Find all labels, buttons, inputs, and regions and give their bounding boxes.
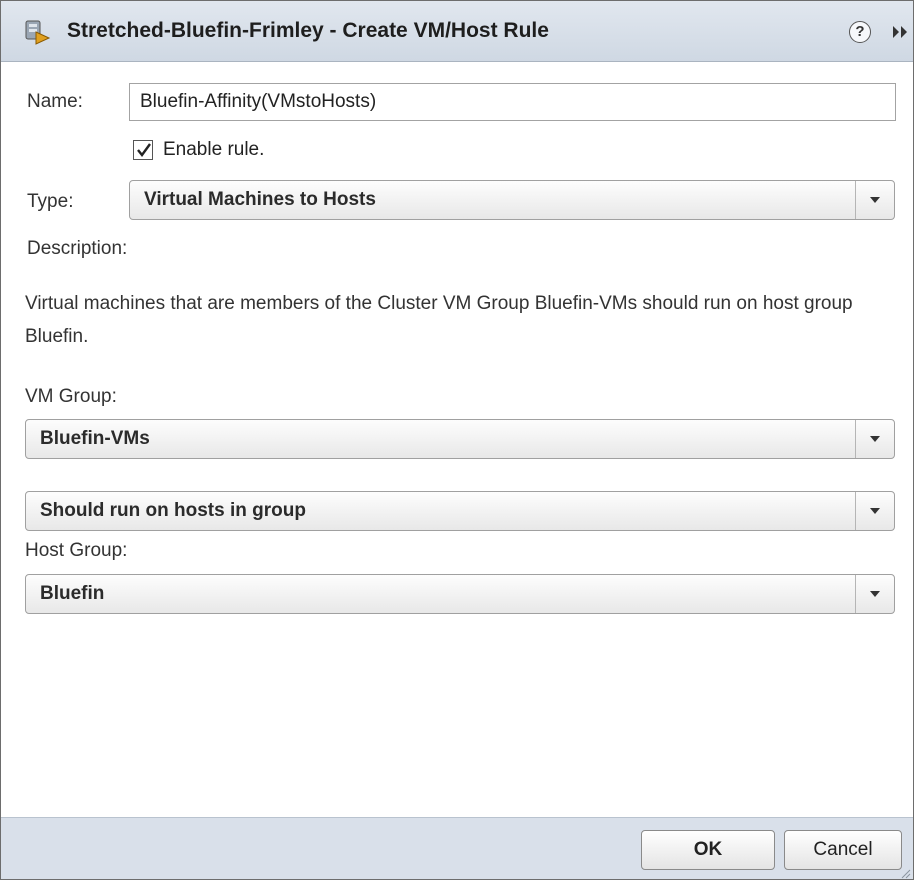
name-label: Name:	[27, 91, 83, 112]
cluster-rule-icon	[23, 18, 51, 46]
select-divider	[855, 420, 856, 458]
type-select-value: Virtual Machines to Hosts	[144, 189, 376, 210]
relation-select-value: Should run on hosts in group	[40, 500, 306, 521]
chevron-down-icon	[870, 436, 880, 442]
dialog-titlebar: Stretched-Bluefin-Frimley - Create VM/Ho…	[1, 1, 913, 62]
type-label: Type:	[27, 191, 74, 212]
cancel-button[interactable]: Cancel	[784, 830, 902, 870]
vm-group-select[interactable]: Bluefin-VMs	[25, 419, 895, 459]
type-select[interactable]: Virtual Machines to Hosts	[129, 180, 895, 220]
ok-button[interactable]: OK	[641, 830, 775, 870]
help-icon[interactable]: ?	[849, 21, 871, 43]
chevron-down-icon	[870, 508, 880, 514]
select-divider	[855, 492, 856, 530]
select-divider	[855, 575, 856, 613]
dialog-title: Stretched-Bluefin-Frimley - Create VM/Ho…	[67, 19, 549, 42]
expand-icon[interactable]	[890, 22, 910, 42]
description-label: Description:	[27, 238, 128, 259]
chevron-down-icon	[870, 197, 880, 203]
chevron-down-icon	[870, 591, 880, 597]
host-group-label: Host Group:	[25, 540, 128, 561]
vm-group-label: VM Group:	[25, 386, 117, 407]
description-text: Virtual machines that are members of the…	[25, 293, 853, 347]
enable-rule-checkbox[interactable]	[133, 140, 153, 160]
host-group-select-value: Bluefin	[40, 583, 105, 604]
name-field[interactable]: Bluefin-Affinity(VMstoHosts)	[129, 83, 896, 121]
relation-select[interactable]: Should run on hosts in group	[25, 491, 895, 531]
enable-rule-label: Enable rule.	[163, 139, 265, 160]
dialog-footer: OK Cancel	[1, 817, 913, 879]
create-vm-host-rule-dialog: Stretched-Bluefin-Frimley - Create VM/Ho…	[0, 0, 914, 880]
vm-group-select-value: Bluefin-VMs	[40, 428, 150, 449]
select-divider	[855, 181, 856, 219]
host-group-select[interactable]: Bluefin	[25, 574, 895, 614]
resize-grip-icon[interactable]	[899, 866, 911, 879]
